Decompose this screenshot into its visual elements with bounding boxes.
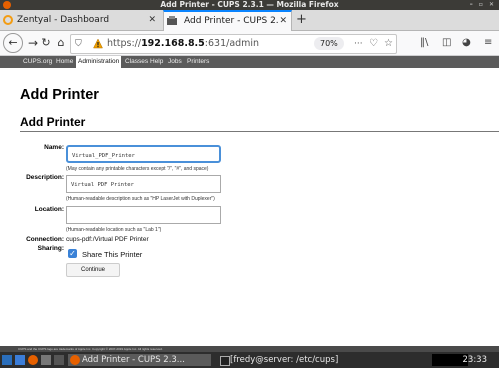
- location-input[interactable]: [66, 206, 221, 224]
- firefox-launcher-icon[interactable]: [28, 355, 38, 365]
- nav-cups-org[interactable]: CUPS.org: [23, 56, 52, 68]
- window-controls[interactable]: – ▫ ✕: [470, 0, 496, 10]
- show-desktop-icon[interactable]: [2, 355, 12, 365]
- nav-jobs[interactable]: Jobs: [168, 56, 182, 68]
- taskbar-task-label: Add Printer - CUPS 2.3...: [82, 355, 185, 365]
- close-tab-icon[interactable]: ✕: [148, 11, 156, 30]
- page-title: Add Printer: [20, 87, 99, 103]
- terminal-icon: [220, 356, 230, 366]
- insecure-lock-icon[interactable]: [93, 38, 103, 49]
- cups-printer-icon: [167, 16, 177, 25]
- taskbar-firefox-window[interactable]: Add Printer - CUPS 2.3...: [68, 354, 211, 366]
- tab-label: Zentyal - Dashboard: [17, 15, 110, 25]
- taskbar-terminal-window[interactable]: [fredy@server: /etc/cups]: [218, 354, 348, 366]
- launcher-icon[interactable]: [54, 355, 64, 365]
- share-printer-checkbox[interactable]: ✓: [68, 249, 77, 258]
- nav-administration[interactable]: Administration: [76, 56, 122, 68]
- taskbar-task-label: [fredy@server: /etc/cups]: [230, 355, 339, 365]
- description-hint: (Human-readable description such as "HP …: [66, 196, 215, 202]
- home-button[interactable]: ⌂: [54, 35, 68, 51]
- share-printer-label[interactable]: Share This Printer: [82, 250, 142, 259]
- zoom-level[interactable]: 70%: [314, 37, 344, 50]
- name-hint: (May contain any printable characters ex…: [66, 166, 209, 172]
- page-content: CUPS.org Home Administration Classes Hel…: [0, 56, 499, 352]
- continue-button[interactable]: Continue: [66, 263, 120, 277]
- tab-add-printer[interactable]: Add Printer - CUPS 2.3.1 ✕: [163, 10, 292, 31]
- zentyal-icon: [3, 15, 13, 25]
- name-label: Name:: [44, 144, 64, 151]
- library-icon[interactable]: ‖\: [420, 35, 428, 51]
- sidebar-icon[interactable]: ◫: [442, 35, 451, 51]
- connection-value: cups-pdf:/Virtual PDF Printer: [66, 236, 149, 243]
- url-bar[interactable]: ⛉ https://192.168.8.5:631/admin 70% ··· …: [70, 34, 397, 54]
- sharing-label: Sharing:: [37, 245, 64, 252]
- nav-help[interactable]: Help: [150, 56, 163, 68]
- bookmark-star-icon[interactable]: ☆: [384, 35, 393, 53]
- menu-hamburger-icon[interactable]: ≡: [484, 35, 492, 51]
- tab-zentyal-dashboard[interactable]: Zentyal - Dashboard ✕: [0, 11, 162, 30]
- nav-classes[interactable]: Classes: [125, 56, 148, 68]
- back-button[interactable]: ←: [3, 33, 23, 53]
- printer-name-input[interactable]: Virtual_PDF_Printer: [66, 145, 221, 163]
- reload-button[interactable]: ↻: [39, 35, 53, 51]
- location-label: Location:: [34, 206, 64, 213]
- section-divider: [20, 131, 499, 132]
- window-titlebar: Add Printer - CUPS 2.3.1 — Mozilla Firef…: [0, 0, 499, 10]
- new-tab-button[interactable]: +: [296, 10, 307, 30]
- pocket-icon[interactable]: ♡: [369, 35, 378, 53]
- firefox-icon: [70, 355, 80, 365]
- terminal-launcher-icon[interactable]: [41, 355, 51, 365]
- url-text[interactable]: https://192.168.8.5:631/admin: [107, 35, 259, 53]
- window-title: Add Printer - CUPS 2.3.1 — Mozilla Firef…: [160, 0, 339, 9]
- clock[interactable]: 23:33: [463, 354, 488, 366]
- page-actions-menu-icon[interactable]: ···: [354, 35, 363, 53]
- connection-label: Connection:: [26, 236, 64, 243]
- file-manager-icon[interactable]: [15, 355, 25, 365]
- description-input[interactable]: Virtual PDF Printer: [66, 175, 221, 193]
- tab-label: Add Printer - CUPS 2.3.1: [184, 16, 279, 26]
- close-tab-icon[interactable]: ✕: [279, 12, 287, 31]
- taskbar: Add Printer - CUPS 2.3... [fredy@server:…: [0, 352, 499, 368]
- extension-icon[interactable]: ◕: [462, 35, 471, 51]
- shield-icon[interactable]: ⛉: [75, 35, 82, 53]
- location-hint: (Human-readable location such as "Lab 1"…: [66, 227, 162, 233]
- nav-printers[interactable]: Printers: [187, 56, 209, 68]
- nav-home[interactable]: Home: [56, 56, 73, 68]
- cups-navigation: CUPS.org Home Administration Classes Hel…: [0, 56, 499, 68]
- section-title: Add Printer: [20, 115, 86, 129]
- tab-strip: Zentyal - Dashboard ✕ Add Printer - CUPS…: [0, 10, 499, 31]
- navigation-bar: ← → ↻ ⌂ ⛉ https://192.168.8.5:631/admin …: [0, 31, 499, 56]
- forward-button[interactable]: →: [27, 35, 39, 51]
- description-label: Description:: [26, 174, 64, 181]
